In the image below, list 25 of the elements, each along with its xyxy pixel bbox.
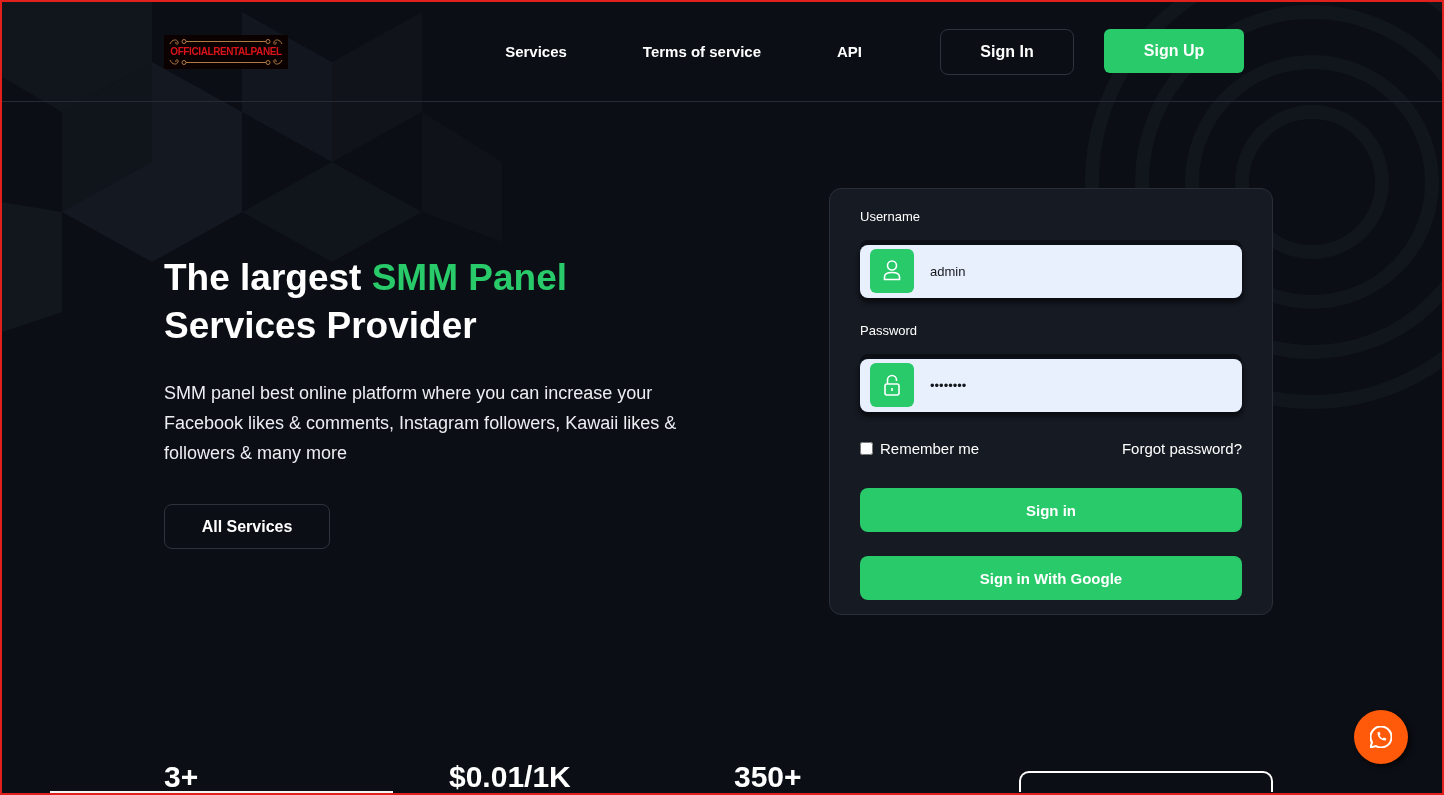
remember-checkbox[interactable] — [860, 441, 873, 455]
chat-button[interactable] — [1354, 710, 1408, 764]
checkbox-label: Remember me — [880, 439, 980, 457]
phone-bubble-icon — [1370, 726, 1392, 748]
hero-description: SMM panel best online platform where you can increase your Facebook likes & comments, Instagram followers, Kawaii likes & followers & many more — [164, 382, 678, 465]
logo[interactable]: OFFICIALRENTALPANEL — [164, 34, 288, 69]
ornament-icon — [168, 36, 284, 46]
sign-in-button[interactable]: Sign In — [940, 28, 1074, 75]
ornament-icon — [168, 57, 284, 67]
stat-value: $0.01/1K — [449, 761, 572, 792]
logo-text: OFFICIALRENTALPANEL — [170, 45, 282, 58]
hero-heading: The largest SMM Panel Services Provider — [164, 256, 568, 348]
padlock-icon — [870, 363, 914, 407]
username-field[interactable]: admin — [860, 245, 1242, 298]
field-label: Password — [860, 322, 919, 340]
stat-value: 350+ — [734, 761, 803, 792]
password-field[interactable]: •••••••• — [860, 359, 1242, 412]
all-services-button[interactable]: All Services — [164, 504, 330, 549]
stat-value: 3+ — [164, 761, 200, 792]
field-label: Username — [860, 208, 921, 226]
forgot-password-link[interactable]: Forgot password? — [1121, 439, 1242, 457]
user-icon — [870, 249, 914, 293]
nav-link[interactable]: Services — [505, 43, 567, 60]
nav-link[interactable]: API — [837, 43, 862, 60]
nav-link[interactable]: Terms of service — [642, 43, 761, 60]
